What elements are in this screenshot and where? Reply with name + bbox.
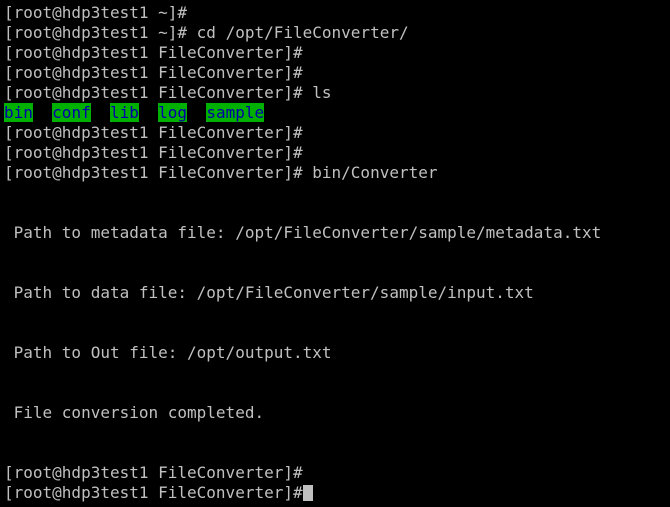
output-line-completed: File conversion completed. bbox=[4, 403, 265, 422]
terminal-line: [root@hdp3test1 ~]# bbox=[4, 3, 670, 23]
shell-prompt: [root@hdp3test1 ~]# bbox=[4, 23, 188, 42]
text-cursor bbox=[302, 485, 313, 501]
output-line-out: Path to Out file: /opt/output.txt bbox=[4, 343, 332, 362]
output-line-data: Path to data file: /opt/FileConverter/sa… bbox=[4, 283, 534, 302]
terminal-line: [root@hdp3test1 FileConverter]# ls bbox=[4, 83, 670, 103]
shell-prompt: [root@hdp3test1 FileConverter]# bbox=[4, 83, 303, 102]
terminal-line: [root@hdp3test1 FileConverter]# bbox=[4, 123, 670, 143]
terminal-window[interactable]: [root@hdp3test1 ~]# [root@hdp3test1 ~]# … bbox=[0, 0, 670, 507]
directory-entry: conf bbox=[52, 103, 91, 122]
terminal-line: [root@hdp3test1 FileConverter]# bin/Conv… bbox=[4, 163, 670, 183]
shell-prompt: [root@hdp3test1 ~]# bbox=[4, 3, 188, 22]
shell-prompt: [root@hdp3test1 FileConverter]# bbox=[4, 163, 303, 182]
terminal-line: [root@hdp3test1 FileConverter]# bbox=[4, 63, 670, 83]
command-text: cd /opt/FileConverter/ bbox=[196, 23, 409, 42]
command-text: ls bbox=[312, 83, 332, 102]
ls-output-line: bin conf lib log sample bbox=[4, 103, 670, 123]
directory-entry: bin bbox=[4, 103, 33, 122]
terminal-line: [root@hdp3test1 FileConverter]# bbox=[4, 463, 670, 483]
shell-prompt: [root@hdp3test1 FileConverter]# bbox=[4, 463, 303, 482]
command-text: bin/Converter bbox=[312, 163, 438, 182]
terminal-line: [root@hdp3test1 FileConverter]# bbox=[4, 43, 670, 63]
shell-prompt: [root@hdp3test1 FileConverter]# bbox=[4, 143, 303, 162]
shell-prompt: [root@hdp3test1 FileConverter]# bbox=[4, 63, 303, 82]
terminal-input-line[interactable]: [root@hdp3test1 FileConverter]# bbox=[4, 483, 670, 503]
shell-prompt: [root@hdp3test1 FileConverter]# bbox=[4, 483, 303, 502]
directory-entry: log bbox=[158, 103, 188, 122]
directory-entry: sample bbox=[206, 103, 265, 122]
terminal-line: [root@hdp3test1 ~]# cd /opt/FileConverte… bbox=[4, 23, 670, 43]
output-line-metadata: Path to metadata file: /opt/FileConverte… bbox=[4, 223, 602, 242]
shell-prompt: [root@hdp3test1 FileConverter]# bbox=[4, 43, 303, 62]
terminal-line: [root@hdp3test1 FileConverter]# bbox=[4, 143, 670, 163]
directory-entry: lib bbox=[109, 103, 139, 122]
shell-prompt: [root@hdp3test1 FileConverter]# bbox=[4, 123, 303, 142]
